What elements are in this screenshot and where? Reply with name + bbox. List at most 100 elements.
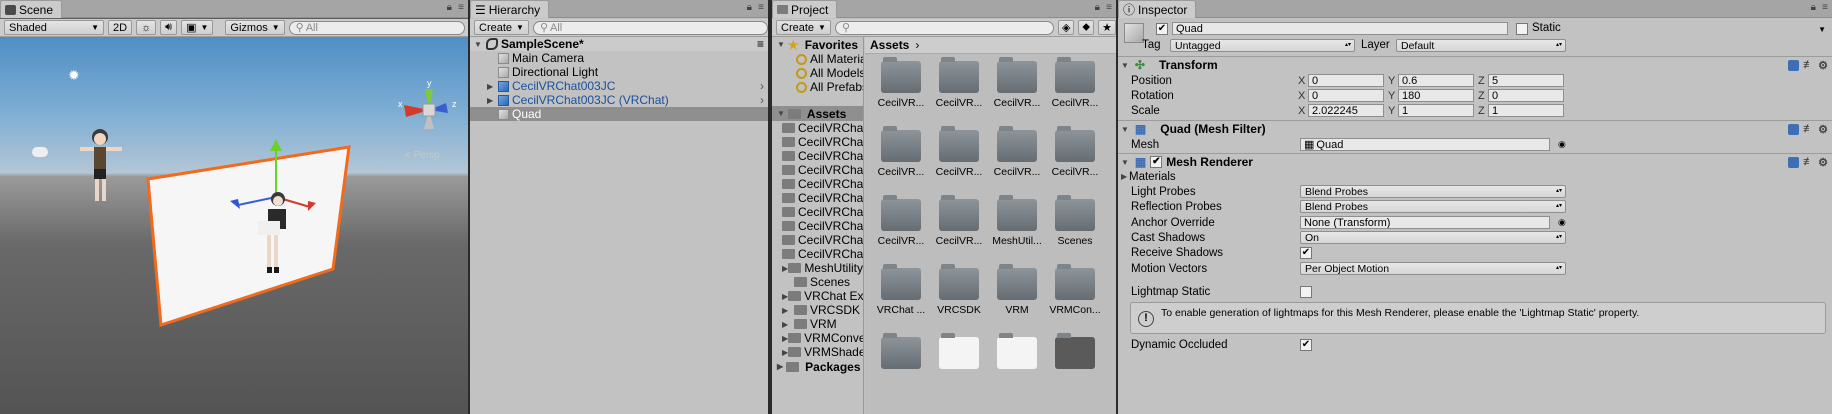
transform-scale-label[interactable]: Scale	[1131, 105, 1160, 117]
asset-grid-item[interactable]: CecilVR...	[931, 57, 987, 109]
favorite-item[interactable]: All Materials	[772, 52, 863, 66]
asset-folder-row[interactable]: CecilVRChat	[772, 163, 863, 177]
project-create-dropdown[interactable]: Create ▼	[776, 20, 831, 35]
asset-folder-row[interactable]: CecilVRChat	[772, 219, 863, 233]
panel-menu-icon[interactable]: ≡	[758, 2, 764, 13]
chevron-right-icon[interactable]: ›	[760, 93, 764, 107]
asset-folder-row[interactable]: CecilVRChat	[772, 247, 863, 261]
mesh-object-field[interactable]: ▦ Quad	[1300, 138, 1550, 151]
asset-grid-item[interactable]: CecilVR...	[931, 126, 987, 178]
packages-row[interactable]: ▶ Packages	[772, 359, 863, 374]
avatar-small[interactable]	[78, 125, 126, 219]
asset-grid-item[interactable]: VRM	[989, 264, 1045, 316]
favorites-button[interactable]: ★	[1098, 20, 1116, 35]
tag-dropdown[interactable]: Untagged	[1170, 39, 1355, 52]
static-checkbox[interactable]	[1516, 23, 1528, 35]
expand-arrow-icon[interactable]: ▶	[487, 82, 493, 91]
asset-folder-row[interactable]: CecilVRChat	[772, 191, 863, 205]
light-probes-dropdown[interactable]: Blend Probes	[1300, 185, 1566, 198]
asset-folder-row[interactable]: Scenes	[772, 275, 863, 289]
position-z-field[interactable]: 5	[1488, 74, 1564, 87]
lighting-toggle-button[interactable]: ☼	[136, 20, 157, 35]
panel-menu-icon[interactable]: ≡	[1106, 2, 1112, 13]
dynamic-occluded-checkbox[interactable]: ✔	[1300, 338, 1312, 351]
asset-grid-item[interactable]: CecilVR...	[873, 195, 929, 247]
materials-row[interactable]: ▶ Materials	[1118, 169, 1832, 184]
mesh-renderer-header[interactable]: ▼ ▦ ✔ Mesh Renderer ≢ ⚙	[1118, 153, 1832, 170]
asset-grid-item[interactable]	[989, 333, 1045, 373]
asset-grid-item[interactable]: CecilVR...	[873, 126, 929, 178]
chevron-down-icon[interactable]: ▼	[1818, 25, 1826, 34]
lock-icon[interactable]: 🔒︎	[447, 2, 452, 13]
asset-folder-row[interactable]: ▶VRMShaders	[772, 345, 863, 359]
expand-arrow-icon[interactable]: ▼	[1121, 158, 1129, 167]
rotation-x-field[interactable]: 0	[1308, 89, 1384, 102]
expand-arrow-icon[interactable]: ▼	[1121, 61, 1129, 70]
asset-grid-item[interactable]: CecilVR...	[989, 126, 1045, 178]
tab-hierarchy[interactable]: ☰ Hierarchy	[470, 0, 550, 18]
layer-dropdown[interactable]: Default	[1396, 39, 1566, 52]
scale-z-field[interactable]: 1	[1488, 104, 1564, 117]
asset-folder-row[interactable]: ▶VRMConverter	[772, 331, 863, 345]
preset-icon[interactable]: ≢	[1803, 123, 1814, 135]
asset-folder-row[interactable]: ▶ VRM	[772, 317, 863, 331]
position-y-field[interactable]: 0.6	[1398, 74, 1474, 87]
rotation-y-field[interactable]: 180	[1398, 89, 1474, 102]
object-picker-icon[interactable]: ◉	[1558, 217, 1566, 228]
favorites-header[interactable]: ▼ ★ Favorites	[772, 37, 863, 52]
rotation-z-field[interactable]: 0	[1488, 89, 1564, 102]
gizmos-dropdown[interactable]: Gizmos ▼	[225, 20, 285, 35]
search-by-label-button[interactable]: ⬥	[1078, 20, 1095, 35]
help-icon[interactable]	[1788, 156, 1800, 168]
scene-root-row[interactable]: ▼ SampleScene* ≡	[470, 37, 768, 51]
hierarchy-item-selected[interactable]: Quad	[470, 107, 768, 121]
panel-menu-icon[interactable]: ≡	[1822, 2, 1828, 13]
help-icon[interactable]	[1788, 123, 1800, 135]
gear-icon[interactable]: ⚙	[1818, 156, 1828, 169]
expand-arrow-icon[interactable]: ▶	[487, 96, 493, 105]
object-picker-icon[interactable]: ◉	[1558, 139, 1566, 150]
orientation-gizmo[interactable]: y x z	[396, 77, 462, 143]
expand-arrow-icon[interactable]: ▶	[1121, 172, 1127, 181]
assets-root-row[interactable]: ▼ Assets	[772, 106, 863, 121]
transform-position-label[interactable]: Position	[1131, 75, 1172, 87]
hierarchy-item[interactable]: ▶ CecilVRChat003JC (VRChat) ›	[470, 93, 768, 107]
expand-arrow-icon[interactable]: ▼	[1121, 125, 1129, 134]
hierarchy-item[interactable]: Main Camera	[470, 51, 768, 65]
asset-grid-item[interactable]: MeshUtil...	[989, 195, 1045, 247]
asset-folder-row[interactable]: CecilVRChat	[772, 177, 863, 191]
project-search-input[interactable]: ⚲	[834, 20, 1054, 35]
asset-grid-item[interactable]: CecilVR...	[1047, 57, 1103, 109]
object-name-field[interactable]: Quad	[1172, 22, 1508, 35]
gear-icon[interactable]: ⚙	[1818, 59, 1828, 72]
2d-toggle-button[interactable]: 2D	[108, 20, 133, 35]
position-x-field[interactable]: 0	[1308, 74, 1384, 87]
scene-search-input[interactable]: ⚲ All	[288, 20, 465, 35]
asset-grid-item[interactable]: Scenes	[1047, 195, 1103, 247]
tab-scene[interactable]: Scene	[0, 0, 63, 18]
axis-z-label[interactable]: Z	[1478, 75, 1485, 87]
asset-folder-row[interactable]: ▶ VRCSDK	[772, 303, 863, 317]
axis-z-label[interactable]: Z	[1478, 105, 1485, 117]
scene-viewport[interactable]: ✹ < Persp y x z	[0, 37, 468, 414]
expand-arrow-icon[interactable]: ▶	[782, 320, 794, 329]
motion-vectors-dropdown[interactable]: Per Object Motion	[1300, 262, 1566, 275]
expand-arrow-icon[interactable]: ▶	[777, 362, 783, 371]
asset-folder-row[interactable]: CecilVRChat	[772, 149, 863, 163]
asset-grid-item[interactable]: CecilVR...	[1047, 126, 1103, 178]
asset-grid-item[interactable]	[873, 333, 929, 373]
asset-grid-item[interactable]: CecilVR...	[989, 57, 1045, 109]
mesh-filter-header[interactable]: ▼ ▦ Quad (Mesh Filter) ≢ ⚙	[1118, 120, 1832, 137]
expand-arrow-icon[interactable]: ▼	[474, 40, 482, 49]
scale-y-field[interactable]: 1	[1398, 104, 1474, 117]
projection-label[interactable]: < Persp	[405, 150, 440, 161]
expand-arrow-icon[interactable]: ▶	[782, 306, 794, 315]
asset-folder-row[interactable]: ▶ MeshUtility	[772, 261, 863, 275]
axis-y-label[interactable]: Y	[1388, 90, 1395, 102]
transform-header[interactable]: ▼ ✣ Transform ≢ ⚙	[1118, 56, 1832, 73]
axis-y-label[interactable]: Y	[1388, 105, 1395, 117]
asset-folder-row[interactable]: CecilVRChat	[772, 205, 863, 219]
mesh-renderer-enabled-checkbox[interactable]: ✔	[1150, 156, 1163, 168]
receive-shadows-checkbox[interactable]: ✔	[1300, 246, 1312, 259]
axis-z-label[interactable]: Z	[1478, 90, 1485, 102]
